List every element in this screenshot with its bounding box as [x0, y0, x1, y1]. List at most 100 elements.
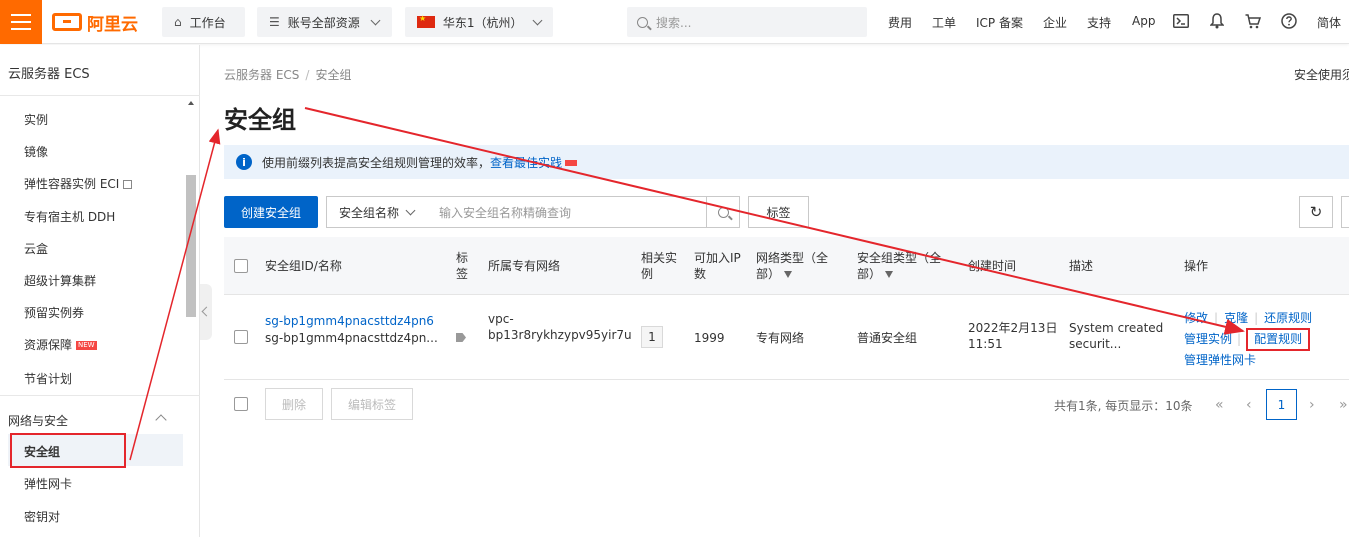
created-clock: 11:51: [968, 337, 1003, 351]
description-line1: System created: [1069, 321, 1164, 335]
notice-content: 使用前缀列表提高安全组规则管理的效率，查看最佳实践: [262, 154, 578, 171]
created-date: 2022年2月13日: [968, 321, 1058, 335]
table-header: 安全组ID/名称 标签 所属专有网络 相关实例 可加入IP 数 网络类型（全 部） …: [224, 237, 1349, 295]
sidebar-item-scc[interactable]: 超级计算集群: [24, 272, 96, 289]
resources-label: 账号全部资源: [287, 15, 360, 30]
modify-link[interactable]: 修改: [1184, 311, 1208, 325]
language-switch[interactable]: 简体: [1317, 14, 1341, 31]
filter-search-button[interactable]: [706, 196, 740, 228]
nav-tickets[interactable]: 工单: [932, 14, 956, 31]
sidebar-collapse-handle[interactable]: [200, 284, 212, 340]
bell-icon[interactable]: [1208, 12, 1226, 30]
manage-eni-link[interactable]: 管理弹性网卡: [1184, 353, 1256, 367]
restore-rules-link[interactable]: 还原规则: [1264, 311, 1312, 325]
col-instances: 相关实例: [641, 250, 677, 282]
sidebar-item-eci[interactable]: 弹性容器实例 ECI: [24, 175, 133, 192]
configure-rules-link[interactable]: 配置规则: [1254, 332, 1302, 346]
delete-button[interactable]: 删除: [265, 388, 323, 420]
col-ip-line1: 可加入IP: [694, 251, 741, 265]
search-placeholder: 搜索...: [656, 15, 692, 30]
next-page-button[interactable]: ›: [1309, 397, 1315, 413]
created-time: 2022年2月13日 11:51: [968, 320, 1057, 352]
page-number-current[interactable]: 1: [1266, 389, 1297, 420]
workbench-button[interactable]: ⌂ 工作台: [162, 7, 245, 37]
select-all-checkbox[interactable]: [234, 259, 248, 273]
action-separator: |: [1214, 311, 1219, 325]
edit-tags-button[interactable]: 编辑标签: [331, 388, 413, 420]
footer-select-all-checkbox[interactable]: [234, 397, 248, 411]
tag-filter-button[interactable]: 标签: [748, 196, 809, 228]
filter-icon[interactable]: [784, 271, 793, 278]
sidebar-item-reserved[interactable]: 预留实例券: [24, 304, 84, 321]
filter-field-label: 安全组名称: [339, 205, 400, 220]
help-icon[interactable]: [1280, 12, 1298, 30]
first-page-button[interactable]: «: [1215, 397, 1224, 413]
sidebar-item-cloudbox[interactable]: 云盒: [24, 240, 48, 257]
sidebar-item-keypair[interactable]: 密钥对: [24, 508, 60, 525]
table-row: sg-bp1gmm4pnacsttdz4pn6 sg-bp1gmm4pnacst…: [224, 295, 1349, 380]
filter-input[interactable]: 输入安全组名称精确查询: [427, 196, 707, 228]
database-icon: ☰: [269, 15, 280, 29]
nav-app[interactable]: App: [1132, 14, 1155, 28]
chevron-down-icon: [370, 15, 381, 25]
nav-icp[interactable]: ICP 备案: [976, 14, 1023, 31]
description: System created securit...: [1069, 320, 1163, 352]
sidebar-divider: [0, 395, 200, 396]
china-flag-icon: [417, 14, 435, 28]
tag-icon[interactable]: [456, 333, 466, 342]
sidebar-divider: [0, 95, 200, 96]
sg-type: 普通安全组: [857, 331, 918, 345]
refresh-button[interactable]: ↻: [1299, 196, 1333, 228]
ip-count: 1999: [694, 331, 725, 345]
sg-id-link[interactable]: sg-bp1gmm4pnacsttdz4pn6: [265, 313, 434, 329]
best-practice-link[interactable]: 查看最佳实践: [490, 156, 562, 170]
instances-count-badge[interactable]: 1: [641, 326, 663, 348]
sidebar-item-savings[interactable]: 节省计划: [24, 370, 72, 387]
breadcrumb-root[interactable]: 云服务器 ECS: [224, 68, 299, 82]
nav-support[interactable]: 支持: [1087, 14, 1111, 31]
nav-enterprise[interactable]: 企业: [1043, 14, 1067, 31]
col-tag: 标签: [456, 250, 468, 282]
sidebar-group-network[interactable]: 网络与安全: [8, 412, 68, 429]
chevron-down-icon: [405, 205, 416, 215]
security-usage-link[interactable]: 安全使用须: [1294, 66, 1349, 83]
resources-dropdown[interactable]: ☰ 账号全部资源: [257, 7, 392, 37]
create-security-group-button[interactable]: 创建安全组: [224, 196, 318, 228]
col-instances-line1: 相关实: [641, 251, 678, 265]
terminal-icon[interactable]: [1172, 12, 1190, 30]
col-tag-line2: 签: [456, 267, 469, 281]
search-input[interactable]: 搜索...: [627, 7, 867, 37]
settings-button[interactable]: [1341, 196, 1349, 228]
last-page-button[interactable]: »: [1339, 397, 1348, 413]
vpc-id[interactable]: vpc-bp13r8rykhzypv95yir7u: [488, 311, 632, 343]
region-label: 华东1（杭州）: [442, 15, 523, 30]
refresh-icon: ↻: [1309, 203, 1323, 221]
chevron-up-icon[interactable]: [155, 414, 167, 426]
sidebar-item-eni[interactable]: 弹性网卡: [24, 475, 72, 492]
region-dropdown[interactable]: 华东1（杭州）: [405, 7, 553, 37]
filter-field-select[interactable]: 安全组名称: [326, 196, 428, 228]
cart-icon[interactable]: [1244, 12, 1262, 30]
sidebar-item-eci-label: 弹性容器实例 ECI: [24, 177, 120, 191]
menu-icon[interactable]: [0, 0, 42, 44]
row-checkbox[interactable]: [234, 330, 248, 344]
nav-billing[interactable]: 费用: [888, 14, 912, 31]
col-network-type[interactable]: 网络类型（全 部）: [756, 250, 828, 282]
aliyun-logo[interactable]: 阿里云: [52, 10, 138, 35]
clone-link[interactable]: 克隆: [1224, 311, 1248, 325]
info-icon: i: [236, 154, 252, 170]
sidebar-item-images[interactable]: 镜像: [24, 143, 48, 160]
filter-icon[interactable]: [885, 271, 894, 278]
sidebar-item-instances[interactable]: 实例: [24, 111, 48, 128]
sidebar-scroll-thumb[interactable]: [186, 175, 196, 317]
sidebar-item-assurance[interactable]: 资源保障 NEW: [24, 336, 97, 353]
manage-instances-link[interactable]: 管理实例: [1184, 332, 1232, 346]
prev-page-button[interactable]: ‹: [1246, 397, 1252, 413]
col-ip-count: 可加入IP 数: [694, 250, 741, 282]
external-link-icon: [123, 180, 133, 189]
col-sg-type[interactable]: 安全组类型（全 部）: [857, 250, 941, 282]
scroll-up-icon[interactable]: [188, 101, 194, 105]
description-line2: securit...: [1069, 337, 1122, 351]
sidebar-item-ddh[interactable]: 专有宿主机 DDH: [24, 208, 115, 225]
col-sgtype-line1: 安全组类型（全: [857, 251, 942, 265]
